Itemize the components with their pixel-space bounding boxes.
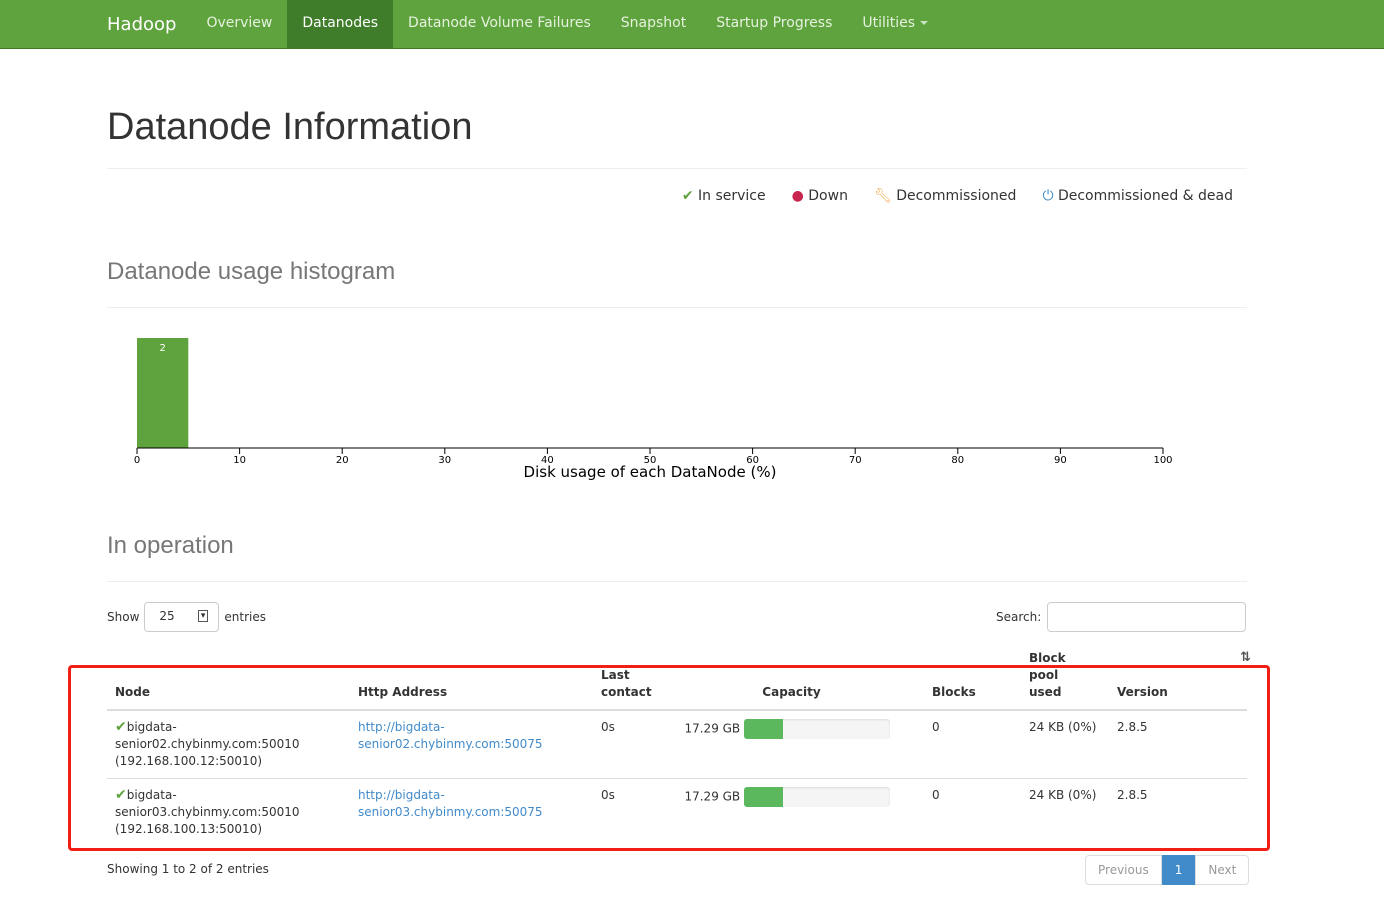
x-tick-label: 80 bbox=[951, 455, 964, 466]
histogram-title: Datanode usage histogram bbox=[107, 258, 396, 285]
nav-snapshot[interactable]: Snapshot bbox=[606, 0, 701, 48]
exclamation-circle-icon: ● bbox=[791, 188, 804, 204]
search-input[interactable] bbox=[1047, 602, 1247, 632]
table-info: Showing 1 to 2 of 2 entries bbox=[107, 862, 269, 876]
bar-label: 2 bbox=[159, 343, 165, 354]
page-title: Datanode Information bbox=[107, 106, 473, 148]
wrench-icon: 🔧︎ bbox=[873, 188, 892, 204]
x-tick-label: 10 bbox=[233, 455, 246, 466]
brand[interactable]: Hadoop bbox=[107, 14, 176, 35]
operation-title: In operation bbox=[107, 532, 234, 559]
legend-label: Decommissioned & dead bbox=[1057, 188, 1233, 204]
check-icon: ✔ bbox=[681, 188, 694, 204]
navbar: Hadoop Overview Datanodes Datanode Volum… bbox=[0, 0, 1384, 49]
nav-overview[interactable]: Overview bbox=[191, 0, 287, 48]
legend-decommissioned: 🔧︎ Decommissioned bbox=[874, 188, 1016, 204]
page-length-control: Show 25 ▾ entries bbox=[107, 602, 266, 632]
legend-decommissioned-dead: ⏻ Decommissioned & dead bbox=[1042, 188, 1233, 204]
x-tick-label: 100 bbox=[1153, 455, 1172, 466]
x-axis-label: Disk usage of each DataNode (%) bbox=[524, 463, 777, 481]
x-tick-label: 0 bbox=[134, 455, 140, 466]
utilities-label: Utilities bbox=[862, 15, 916, 31]
status-legend: ✔ In service ● Down 🔧︎ Decommissioned ⏻ … bbox=[682, 188, 1233, 204]
x-tick-label: 70 bbox=[849, 455, 862, 466]
highlight-box bbox=[68, 665, 1270, 851]
divider bbox=[107, 168, 1247, 169]
legend-down: ● Down bbox=[792, 188, 848, 204]
nav-utilities[interactable]: Utilities bbox=[847, 0, 943, 48]
nav-datanodes[interactable]: Datanodes bbox=[287, 0, 394, 48]
entries-label: entries bbox=[224, 610, 266, 624]
divider bbox=[107, 581, 1247, 582]
x-tick-label: 90 bbox=[1054, 455, 1067, 466]
legend-in-service: ✔ In service bbox=[682, 188, 766, 204]
search-control: Search: bbox=[996, 602, 1247, 632]
nav-volume-failures[interactable]: Datanode Volume Failures bbox=[393, 0, 606, 48]
search-label: Search: bbox=[996, 610, 1042, 624]
x-tick-label: 20 bbox=[336, 455, 349, 466]
page-1-button[interactable]: 1 bbox=[1161, 855, 1196, 885]
entries-value: 25 bbox=[159, 609, 175, 623]
entries-select[interactable]: 25 ▾ bbox=[144, 602, 220, 632]
previous-button[interactable]: Previous bbox=[1085, 855, 1162, 885]
nav-startup-progress[interactable]: Startup Progress bbox=[701, 0, 847, 48]
divider bbox=[107, 307, 1247, 308]
legend-label: In service bbox=[698, 188, 766, 204]
legend-label: Decommissioned bbox=[896, 188, 1017, 204]
next-button[interactable]: Next bbox=[1195, 855, 1250, 885]
histogram-bar bbox=[137, 338, 189, 448]
x-tick-label: 30 bbox=[438, 455, 451, 466]
legend-label: Down bbox=[808, 188, 848, 204]
show-label: Show bbox=[107, 610, 140, 624]
pagination: Previous 1 Next bbox=[1085, 855, 1250, 885]
chevron-down-icon: ▾ bbox=[197, 610, 209, 622]
power-icon: ⏻ bbox=[1042, 188, 1054, 204]
usage-histogram: 20 10 20 30 40 50 60 70 80 90 100Disk usage of eac… bbox=[134, 338, 1173, 481]
caret-down-icon bbox=[920, 21, 929, 25]
